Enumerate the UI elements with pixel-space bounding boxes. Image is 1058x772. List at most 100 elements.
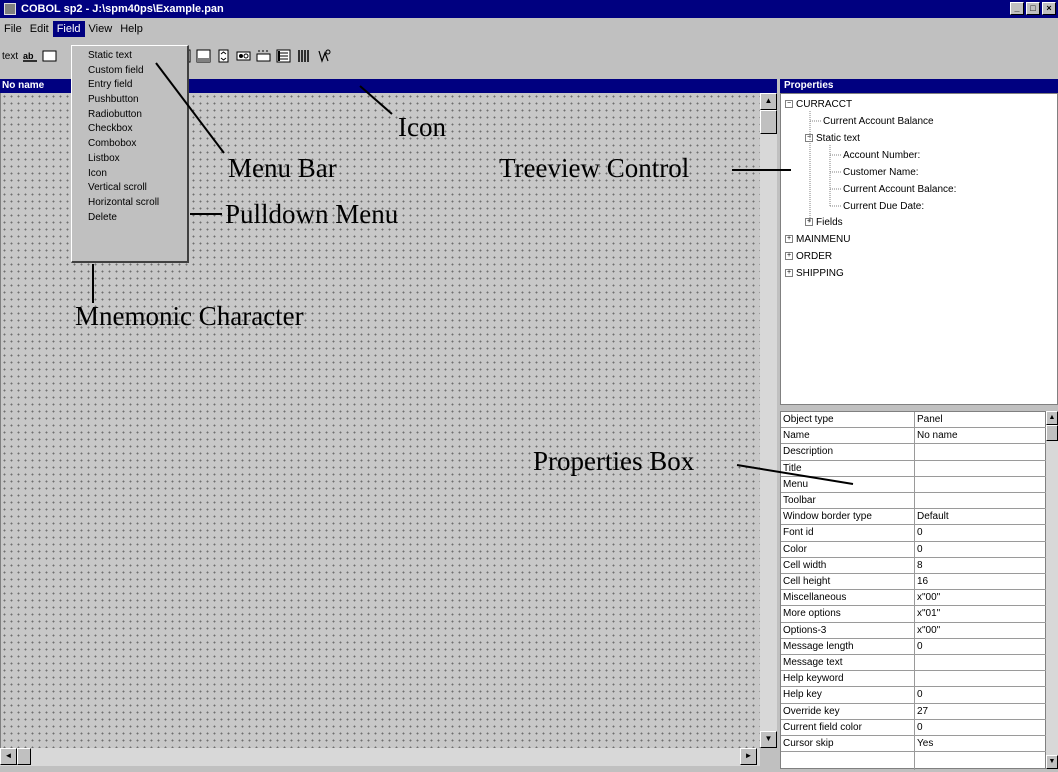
radiobutton-tool-icon[interactable]	[236, 49, 252, 63]
property-row[interactable]: Options-3 x"00"	[781, 623, 1047, 639]
property-row[interactable]: Message text	[781, 655, 1047, 672]
scroll-left-button[interactable]: ◄	[0, 748, 17, 765]
property-name: Help key	[783, 689, 822, 701]
property-row[interactable]: Color 0	[781, 542, 1047, 558]
svg-text:ab: ab	[23, 51, 34, 61]
property-name: Window border type	[783, 511, 872, 523]
annotation-treeview: Treeview Control	[499, 153, 690, 183]
property-name: Name	[783, 430, 810, 442]
entry-field-tool-icon[interactable]	[42, 49, 58, 63]
property-row[interactable]: Help keyword	[781, 671, 1047, 688]
property-row[interactable]: Object type Panel	[781, 412, 1047, 429]
menu-item-delete[interactable]: Delete	[72, 211, 187, 226]
menu-item-entry-field[interactable]: Entry field	[72, 78, 187, 93]
property-row[interactable]: Name No name	[781, 428, 1047, 445]
properties-scroll-thumb[interactable]	[1046, 425, 1058, 441]
properties-scrollbar[interactable]: ▲ ▼	[1046, 411, 1058, 769]
property-row[interactable]: Miscellaneous x"00"	[781, 590, 1047, 607]
horizontal-scroll-tool-icon[interactable]	[196, 49, 212, 63]
property-row[interactable]: Window border type Default	[781, 509, 1047, 526]
property-value[interactable]: 0	[917, 689, 1045, 700]
maximize-button[interactable]: □	[1026, 2, 1040, 15]
field-pulldown-menu: Static text Custom field Entry field Pus…	[71, 45, 189, 263]
menu-item-listbox[interactable]: Listbox	[72, 152, 187, 167]
close-button[interactable]: ×	[1042, 2, 1056, 15]
property-row[interactable]: Override key 27	[781, 704, 1047, 720]
menu-field[interactable]: Field	[52, 21, 85, 37]
property-value[interactable]: x"00"	[917, 625, 1045, 636]
property-name: Font id	[783, 527, 814, 539]
scroll-up-button[interactable]: ▲	[760, 93, 777, 110]
columns-tool-icon[interactable]	[296, 49, 312, 63]
annotation-menu-bar: Menu Bar	[228, 153, 337, 183]
property-row[interactable]: Toolbar	[781, 493, 1047, 510]
property-name: Help keyword	[783, 673, 844, 685]
scroll-down-button[interactable]: ▼	[760, 731, 777, 748]
menu-item-checkbox[interactable]: Checkbox	[72, 122, 187, 137]
menu-item-pushbutton[interactable]: Pushbutton	[72, 93, 187, 108]
property-row[interactable]: Font id 0	[781, 525, 1047, 542]
property-value[interactable]: x"01"	[917, 608, 1045, 619]
property-value[interactable]: x"00"	[917, 592, 1045, 603]
menu-edit[interactable]: Edit	[26, 21, 53, 37]
scroll-right-button[interactable]: ►	[740, 748, 757, 765]
property-row[interactable]: Help key 0	[781, 687, 1047, 704]
vertical-scroll-thumb[interactable]	[760, 110, 777, 134]
property-value[interactable]: 16	[917, 576, 1045, 587]
property-name: Message length	[783, 640, 854, 652]
property-name: Color	[783, 543, 807, 555]
property-value[interactable]: Default	[917, 511, 1045, 522]
window-title: COBOL sp2 - J:\spm40ps\Example.pan	[21, 3, 224, 15]
menu-item-combobox[interactable]: Combobox	[72, 137, 187, 152]
properties-scroll-up-button[interactable]: ▲	[1046, 411, 1058, 425]
canvas-horizontal-scrollbar[interactable]: ◄ ►	[0, 748, 760, 766]
menu-item-static-text[interactable]: Static text	[72, 49, 187, 64]
property-name: Menu	[783, 478, 809, 490]
property-name: Toolbar	[783, 495, 816, 506]
property-value[interactable]: 0	[917, 527, 1045, 538]
vertical-scroll-tool-icon[interactable]	[216, 49, 232, 63]
menu-view[interactable]: View	[85, 21, 117, 37]
menu-file[interactable]: File	[0, 21, 26, 37]
property-row[interactable]: Cursor skip Yes	[781, 736, 1047, 753]
canvas-vertical-scrollbar[interactable]: ▲ ▼	[760, 93, 777, 748]
minimize-button[interactable]: _	[1010, 2, 1024, 15]
property-value[interactable]: Panel	[917, 414, 1045, 425]
combobox-tool-icon[interactable]	[256, 49, 272, 63]
property-row[interactable]: Title	[781, 461, 1047, 477]
annotation-icon: Icon	[398, 112, 446, 142]
property-name: Title	[783, 462, 802, 474]
property-row[interactable]: Cell width 8	[781, 558, 1047, 574]
tree-connector-lines	[809, 111, 841, 222]
title-bar: COBOL sp2 - J:\spm40ps\Example.pan _ □ ×	[0, 0, 1058, 18]
menu-item-vertical-scroll[interactable]: Vertical scroll	[72, 181, 187, 196]
property-value[interactable]: No name	[917, 430, 1045, 441]
property-value[interactable]: 0	[917, 722, 1045, 733]
properties-scroll-down-button[interactable]: ▼	[1046, 755, 1058, 769]
horizontal-scroll-thumb[interactable]	[17, 748, 31, 765]
property-row[interactable]: Cell height 16	[781, 574, 1047, 591]
property-row[interactable]: Message length 0	[781, 639, 1047, 655]
menu-item-radiobutton[interactable]: Radiobutton	[72, 108, 187, 123]
treeview-control[interactable]: − CURRACCT Current Account Balance − Stati…	[780, 93, 1058, 405]
icon-tool-icon[interactable]	[316, 49, 332, 63]
menu-item-horizontal-scroll[interactable]: Horizontal scroll	[72, 196, 187, 211]
property-row[interactable]: More options x"01"	[781, 606, 1047, 623]
property-value[interactable]: Yes	[917, 738, 1045, 749]
property-row[interactable]: Menu	[781, 477, 1047, 493]
property-value[interactable]: 0	[917, 641, 1045, 652]
property-name: Description	[783, 446, 834, 458]
property-value[interactable]: 27	[917, 706, 1045, 717]
static-text-tool-icon[interactable]: ab	[22, 49, 38, 63]
menu-item-icon[interactable]: Icon	[72, 167, 187, 182]
property-value[interactable]: 0	[917, 544, 1045, 555]
checkbox-tool-icon[interactable]	[276, 49, 292, 63]
annotation-mnemonic: Mnemonic Character	[75, 301, 304, 331]
property-value[interactable]: 8	[917, 560, 1045, 571]
menu-item-custom-field[interactable]: Custom field	[72, 64, 187, 79]
property-row[interactable]: Description	[781, 444, 1047, 461]
menu-help[interactable]: Help	[116, 21, 147, 37]
property-name: Miscellaneous	[783, 592, 847, 604]
property-row[interactable]: Current field color 0	[781, 720, 1047, 736]
toolbar-text-label: text	[2, 50, 19, 62]
